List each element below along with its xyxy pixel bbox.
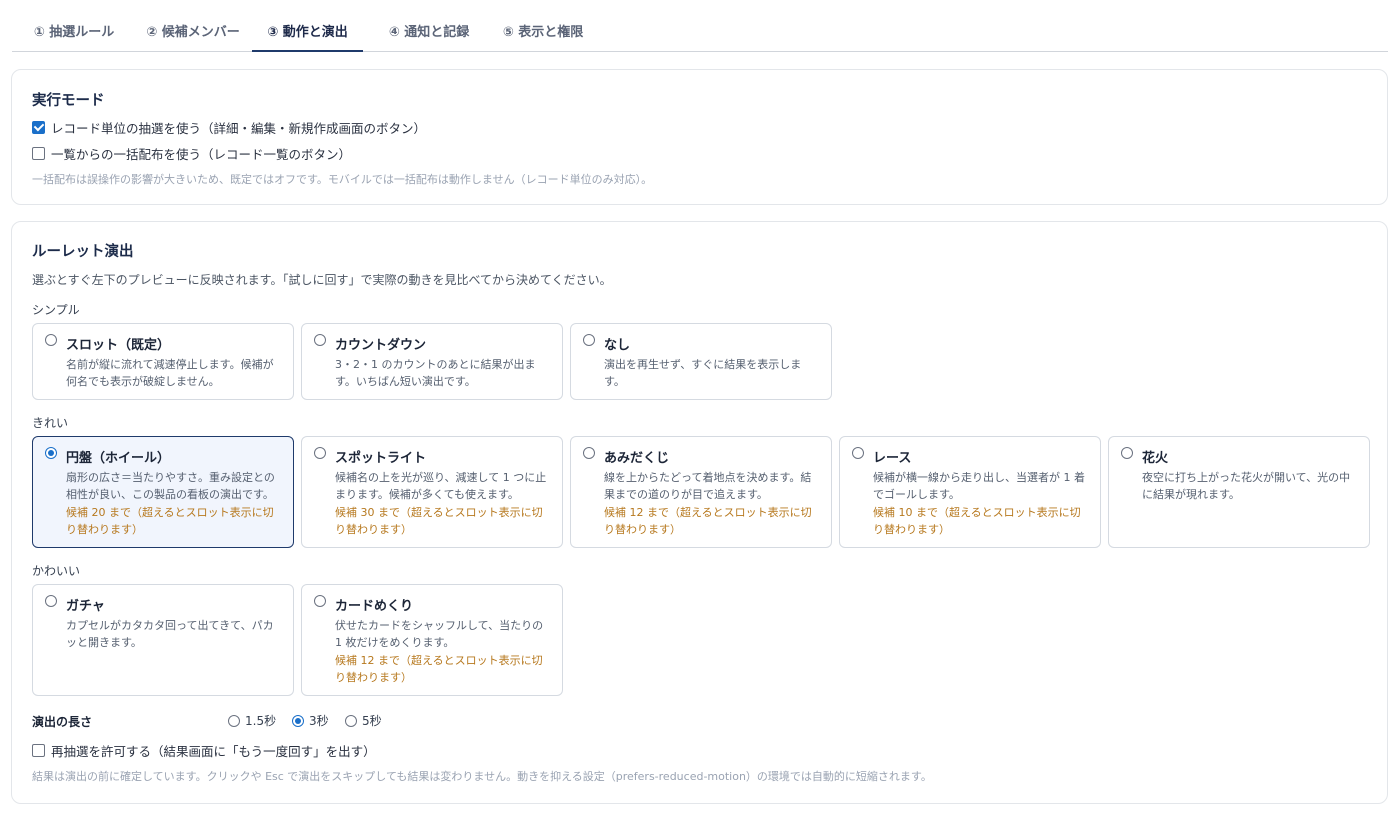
roulette-effect-panel: ルーレット演出 選ぶとすぐ左下のプレビューに反映されます。「試しに回す」で実際の…	[11, 221, 1388, 804]
effect-option-spotlight[interactable]: スポットライト 候補名の上を光が巡り、減速して 1 つに止まります。候補が多くて…	[301, 436, 563, 548]
effect-option-title: スポットライト	[335, 451, 427, 466]
effect-option-card-flip[interactable]: カードめくり 伏せたカードをシャッフルして、当たりの 1 枚だけをめくります。 …	[301, 584, 563, 696]
effect-option-title: カードめくり	[335, 599, 414, 614]
tab-notify-log[interactable]: ④ 通知と記録	[380, 0, 478, 52]
effect-option-wheel[interactable]: 円盤（ホイール） 扇形の広さ＝当たりやすさ。重み設定との相性が良い、この製品の看…	[32, 436, 294, 548]
effect-option-fireworks[interactable]: 花火 夜空に打ち上がった花火が開いて、光の中に結果が現れます。	[1108, 436, 1370, 548]
effect-option-body: 3・2・1 のカウントのあとに結果が出ます。いちばん短い演出です。	[335, 358, 536, 388]
effect-radio[interactable]	[1121, 447, 1133, 459]
effect-option-title: 花火	[1142, 451, 1169, 466]
execution-mode-title: 実行モード	[32, 93, 105, 109]
effect-option-none[interactable]: なし 演出を再生せず、すぐに結果を表示します。	[570, 323, 832, 400]
effect-option-gacha[interactable]: ガチャ カプセルがカタカタ回って出てきて、パカッと開きます。	[32, 584, 294, 696]
effect-option-limit-note: 候補 30 まで（超えるとスロット表示に切り替わります）	[335, 506, 543, 536]
bulk-mode-checkbox[interactable]	[32, 147, 45, 160]
tab-behavior-effects[interactable]: ③ 動作と演出	[252, 0, 363, 52]
record-mode-label: レコード単位の抽選を使う（詳細・編集・新規作成画面のボタン）	[51, 121, 427, 136]
execution-mode-panel: 実行モード レコード単位の抽選を使う（詳細・編集・新規作成画面のボタン） 一覧か…	[11, 69, 1388, 205]
effect-option-title: スロット（既定）	[66, 338, 171, 353]
duration-option-label: 3秒	[309, 714, 329, 728]
duration-option-5s[interactable]: 5秒	[345, 712, 382, 729]
effect-option-title: 円盤（ホイール）	[66, 451, 171, 466]
effect-option-slot[interactable]: スロット（既定） 名前が縦に流れて減速停止します。候補が何名でも表示が破綻しませ…	[32, 323, 294, 400]
effect-radio[interactable]	[583, 334, 595, 346]
effect-radio[interactable]	[314, 595, 326, 607]
group-label-cute: かわいい	[32, 564, 81, 578]
effect-option-limit-note: 候補 12 まで（超えるとスロット表示に切り替わります）	[604, 506, 812, 536]
tab-candidate-members[interactable]: ② 候補メンバー	[138, 0, 248, 52]
tab-lottery-rules[interactable]: ① 抽選ルール	[26, 0, 122, 52]
roulette-description: 選ぶとすぐ左下のプレビューに反映されます。「試しに回す」で実際の動きを見比べてか…	[32, 273, 612, 287]
effect-radio[interactable]	[583, 447, 595, 459]
effect-radio[interactable]	[45, 595, 57, 607]
record-mode-option[interactable]: レコード単位の抽選を使う（詳細・編集・新規作成画面のボタン）	[32, 118, 426, 137]
roulette-footer-note: 結果は演出の前に確定しています。クリックや Esc で演出をスキップしても結果は…	[32, 770, 932, 783]
effect-option-countdown[interactable]: カウントダウン 3・2・1 のカウントのあとに結果が出ます。いちばん短い演出です…	[301, 323, 563, 400]
duration-option-3s[interactable]: 3秒	[292, 712, 329, 729]
effect-option-body: 扇形の広さ＝当たりやすさ。重み設定との相性が良い、この製品の看板の演出です。	[66, 471, 275, 501]
effect-option-title: なし	[604, 338, 631, 353]
settings-tabs: ① 抽選ルール ② 候補メンバー ③ 動作と演出 ④ 通知と記録 ⑤ 表示と権限	[12, 0, 1388, 52]
effect-option-body: 名前が縦に流れて減速停止します。候補が何名でも表示が破綻しません。	[66, 358, 274, 388]
roulette-title: ルーレット演出	[32, 244, 134, 260]
duration-option-1-5s[interactable]: 1.5秒	[228, 712, 276, 729]
bulk-mode-label: 一覧からの一括配布を使う（レコード一覧のボタン）	[51, 147, 352, 162]
effect-radio[interactable]	[45, 334, 57, 346]
effect-option-race[interactable]: レース 候補が横一線から走り出し、当選者が 1 着でゴールします。 候補 10 …	[839, 436, 1101, 548]
effect-option-body: 候補が横一線から走り出し、当選者が 1 着でゴールします。	[873, 471, 1085, 501]
effect-option-limit-note: 候補 12 まで（超えるとスロット表示に切り替わります）	[335, 654, 543, 684]
effect-option-body: 演出を再生せず、すぐに結果を表示します。	[604, 358, 802, 388]
effect-radio[interactable]	[314, 447, 326, 459]
effect-option-body: 候補名の上を光が巡り、減速して 1 つに止まります。候補が多くても使えます。	[335, 471, 547, 501]
tab-display-permissions[interactable]: ⑤ 表示と権限	[494, 0, 592, 52]
effect-option-body: 線を上からたどって着地点を決めます。結果までの道のりが目で追えます。	[604, 471, 812, 501]
effect-option-body: 夜空に打ち上がった花火が開いて、光の中に結果が現れます。	[1142, 471, 1351, 501]
duration-label: 演出の長さ	[32, 715, 93, 729]
duration-option-label: 5秒	[362, 714, 382, 728]
duration-option-label: 1.5秒	[245, 714, 277, 728]
effect-option-title: あみだくじ	[604, 451, 670, 466]
effect-option-title: ガチャ	[66, 599, 105, 614]
record-mode-checkbox[interactable]	[32, 121, 45, 134]
effect-option-limit-note: 候補 20 まで（超えるとスロット表示に切り替わります）	[66, 506, 274, 536]
effect-radio-selected[interactable]	[45, 447, 57, 459]
effect-option-title: レース	[873, 451, 912, 466]
duration-radio[interactable]	[228, 714, 240, 727]
redraw-checkbox[interactable]	[32, 744, 45, 757]
mode-note: 一括配布は誤操作の影響が大きいため、既定ではオフです。モバイルでは一括配布は動作…	[32, 173, 653, 186]
effect-option-body: カプセルがカタカタ回って出てきて、パカッと開きます。	[66, 619, 274, 649]
effect-option-title: カウントダウン	[335, 338, 427, 353]
duration-radio[interactable]	[345, 714, 357, 727]
group-label-pretty: きれい	[32, 416, 69, 430]
redraw-label: 再抽選を許可する（結果画面に「もう一度回す」を出す）	[51, 744, 376, 759]
effect-option-limit-note: 候補 10 まで（超えるとスロット表示に切り替わります）	[873, 506, 1081, 536]
bulk-mode-option[interactable]: 一覧からの一括配布を使う（レコード一覧のボタン）	[32, 144, 351, 163]
effect-option-body: 伏せたカードをシャッフルして、当たりの 1 枚だけをめくります。	[335, 619, 544, 649]
effect-radio[interactable]	[852, 447, 864, 459]
group-label-simple: シンプル	[32, 303, 80, 317]
redraw-option[interactable]: 再抽選を許可する（結果画面に「もう一度回す」を出す）	[32, 741, 376, 760]
effect-option-amidakuji[interactable]: あみだくじ 線を上からたどって着地点を決めます。結果までの道のりが目で追えます。…	[570, 436, 832, 548]
effect-radio[interactable]	[314, 334, 326, 346]
duration-radio-selected[interactable]	[292, 714, 304, 727]
